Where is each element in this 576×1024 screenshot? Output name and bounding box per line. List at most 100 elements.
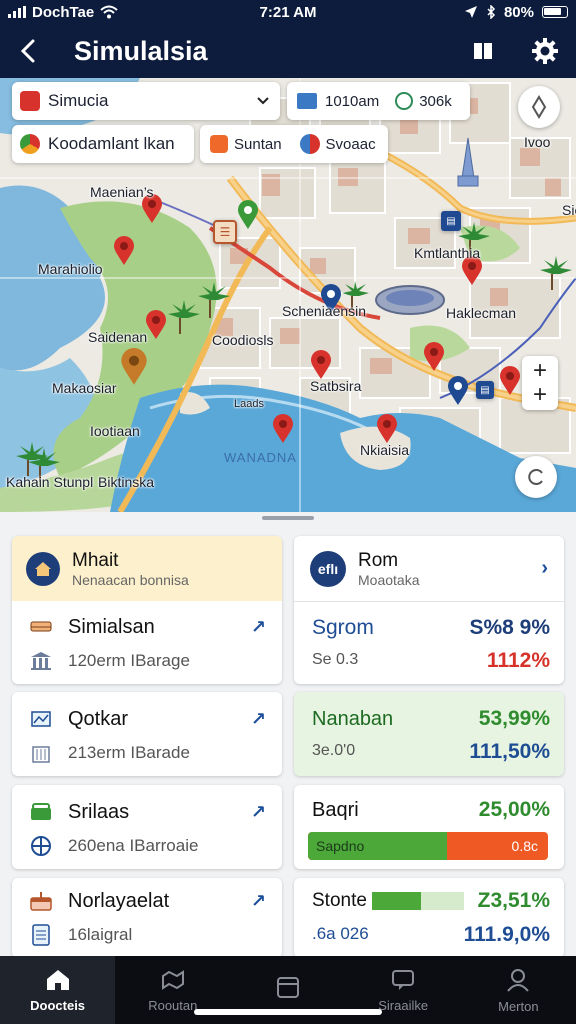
nav-label: Rooutan	[148, 997, 198, 1013]
user-icon	[507, 968, 530, 992]
chevron-right-icon: ↗	[250, 890, 266, 911]
stat-sub-value: 111.9,0%	[463, 923, 550, 946]
stats-header-title: Rom	[358, 549, 399, 571]
map-pin-red[interactable]	[310, 350, 332, 380]
map-label: Scheniaensin	[282, 303, 367, 319]
building-icon	[28, 740, 54, 766]
stat-value: 25,00%	[478, 798, 550, 821]
carrier-name: DochTae	[32, 3, 95, 21]
map-pin-red[interactable]	[499, 366, 521, 396]
card-header[interactable]: Mhait Nenaacan bonnisa	[12, 536, 282, 601]
map-icon	[161, 969, 184, 990]
restaurant-marker-icon[interactable]: ☰	[213, 220, 237, 244]
refresh-icon	[528, 469, 543, 485]
simulation-dropdown[interactable]: Simucia	[12, 82, 280, 120]
map-label: Iootiaan	[90, 423, 140, 439]
card-header-title: Mhait	[72, 549, 119, 571]
stats-card[interactable]: Stonte Z3,51% .6a 026 111.9,0%	[294, 878, 564, 958]
map-view[interactable]: ☰ ▤ ▤ Maenian’s Marahiolio Saidenan Maka…	[0, 78, 576, 512]
book-icon	[474, 43, 492, 59]
page-title: Simulalsia	[74, 35, 208, 66]
stat-sub-label: .6a 026	[312, 924, 369, 943]
home-indicator	[194, 1009, 382, 1015]
map-pin-red[interactable]	[423, 342, 445, 372]
place-card[interactable]: Qotkar ↗ 213erm IBarade	[12, 692, 282, 776]
map-pin-blue[interactable]	[447, 376, 469, 406]
back-button[interactable]	[0, 24, 56, 78]
calendar-icon	[297, 93, 317, 109]
layers-icon	[20, 134, 40, 154]
route-distance: 1010am	[325, 92, 380, 110]
chevron-right-icon: ↗	[250, 801, 266, 822]
chevron-left-icon	[20, 39, 35, 63]
nav-item-profile[interactable]: Merton	[461, 956, 576, 1024]
settings-button[interactable]	[514, 24, 576, 78]
zoom-in-icon[interactable]: +	[533, 359, 547, 383]
compass-button[interactable]	[518, 86, 560, 128]
map-pin-red[interactable]	[113, 236, 135, 266]
place-card[interactable]: Norlayaelat ↗ 16laigral	[12, 878, 282, 958]
stats-header[interactable]: eflı Rom Moaotaka ›	[294, 536, 564, 601]
map-pin-red[interactable]	[145, 310, 167, 340]
chip-b-label: Svoaac	[325, 135, 376, 153]
map-label: Haklecman	[446, 305, 517, 321]
battery-percent: 80%	[503, 3, 534, 21]
chip-a-label: Suntan	[234, 135, 282, 153]
drag-handle[interactable]	[262, 516, 314, 520]
stats-logo-icon: eflı	[310, 550, 346, 587]
map-label: Saidenan	[88, 329, 148, 345]
stats-card[interactable]: Baqri 25,00% Sapdno 0.8c	[294, 785, 564, 869]
map-label: Satbsira	[310, 378, 362, 394]
card-header-subtitle: Nenaacan bonnisa	[72, 571, 189, 588]
progress-bar: Sapdno 0.8c	[308, 832, 548, 860]
list-item-title: Qotkar	[68, 707, 129, 730]
stats-header-subtitle: Moaotaka	[358, 571, 420, 588]
stats-card[interactable]: Nanaban 53,99% 3e.0'0 111,50%	[294, 692, 564, 776]
nav-label: Doocteis	[30, 997, 86, 1013]
map-pin-red[interactable]	[376, 414, 398, 444]
transit-marker-icon[interactable]: ▤	[476, 381, 494, 399]
recenter-button[interactable]	[515, 456, 557, 498]
stat-value: Z3,51%	[477, 889, 550, 912]
place-card[interactable]: Srilaas ↗ 260ena IBarroaie	[12, 785, 282, 869]
clock-icon	[395, 92, 414, 110]
map-pin-red[interactable]	[272, 414, 294, 444]
list-item-title: Simialsan	[68, 615, 155, 638]
document-icon	[28, 922, 54, 948]
list-item[interactable]: Simialsan ↗	[12, 610, 282, 644]
stat-value: S%8 9%	[469, 616, 550, 639]
transit-marker-icon[interactable]: ▤	[441, 211, 461, 231]
calendar-icon	[276, 977, 299, 998]
stat-sub-value: 1112%	[486, 649, 550, 672]
map-label: Maenian’s	[90, 184, 154, 200]
map-pin-brown[interactable]	[120, 348, 148, 386]
zoom-out-icon[interactable]: +	[533, 383, 547, 407]
map-pin-green[interactable]	[237, 200, 259, 230]
location-arrow-icon	[464, 6, 477, 18]
status-time: 7:21 AM	[259, 3, 317, 21]
layer-pill[interactable]: Koodamlant lkan	[12, 125, 194, 163]
progress-value: 0.8c	[511, 838, 538, 854]
zoom-control[interactable]: + +	[522, 356, 558, 410]
train-icon	[28, 614, 54, 640]
filter-chips[interactable]: Suntan Svoaac	[200, 125, 388, 163]
layer-label: Koodamlant lkan	[48, 134, 175, 153]
home-icon	[26, 551, 60, 586]
map-label: Nkiaisia	[360, 442, 410, 458]
stat-sub-value: 111,50%	[469, 740, 550, 763]
stat-label: Nanaban	[312, 708, 394, 730]
building-icon	[28, 648, 54, 674]
map-label: Kmtlanthia	[414, 245, 481, 261]
list-item-subtitle: 260ena IBarroaie	[68, 836, 199, 855]
basket-icon	[28, 799, 54, 825]
signal-icon	[8, 6, 26, 18]
progress-fill	[372, 892, 421, 910]
image-icon	[28, 706, 54, 732]
nav-item-home[interactable]: Doocteis	[0, 956, 116, 1024]
chevron-right-icon: ›	[541, 557, 548, 579]
map-label: Coodiosls	[212, 332, 274, 348]
app-header: Simulalsia	[0, 24, 576, 78]
bookmark-button[interactable]	[452, 24, 514, 78]
route-info-pill[interactable]: 1010am 306k	[287, 82, 470, 120]
nav-label: Merton	[498, 998, 539, 1014]
